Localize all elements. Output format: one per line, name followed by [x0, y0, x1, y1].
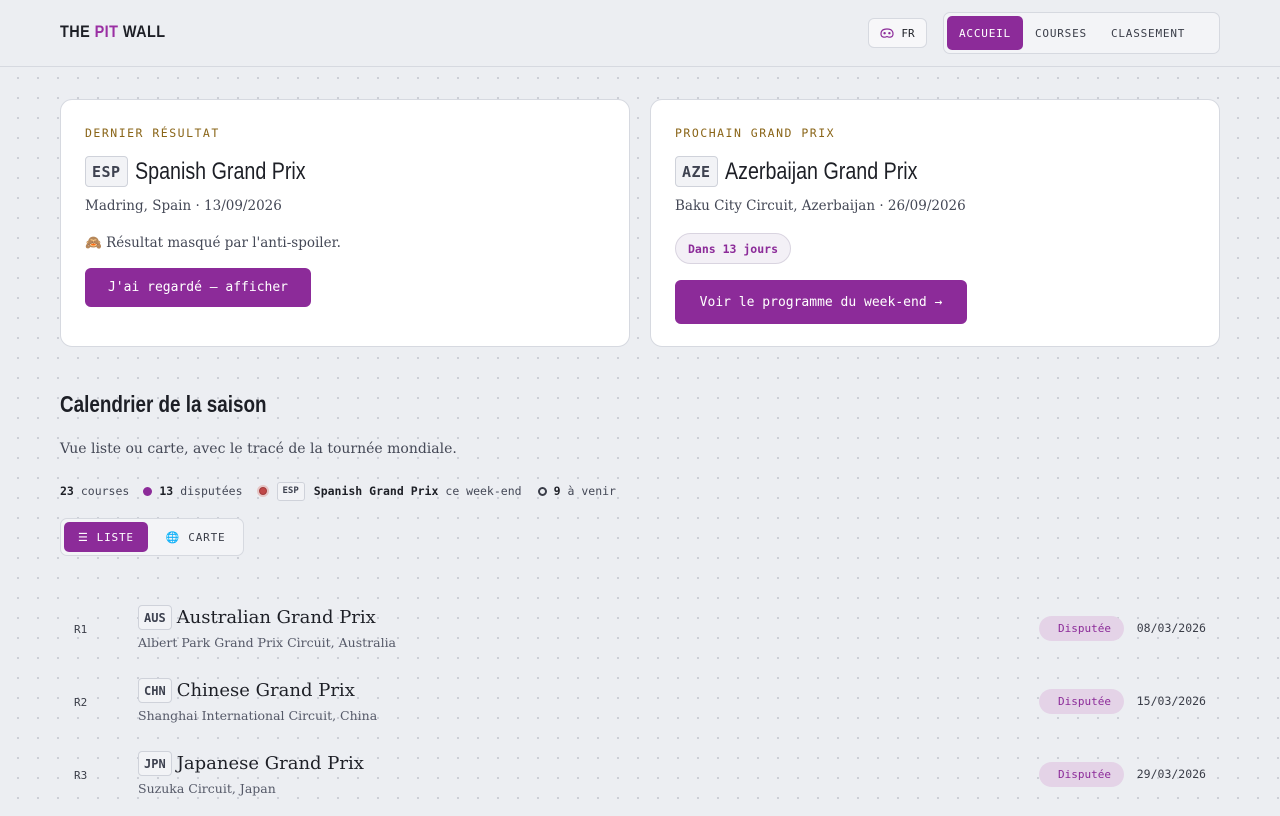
nav-item-classement[interactable]: CLASSEMENT [1099, 16, 1197, 50]
next-gp-card: PROCHAIN GRAND PRIX AZE Azerbaijan Grand… [650, 99, 1220, 347]
upcoming-races-count: 9 [553, 484, 561, 498]
countdown-badge: Dans 13 jours [675, 233, 792, 264]
race-circuit: Shanghai International Circuit, China [138, 708, 378, 723]
race-title: JPN Japanese Grand Prix [138, 751, 364, 776]
view-toggle: ☰ LISTE 🌐 CARTE [60, 518, 244, 556]
live-race-label: ce week-end [445, 484, 522, 498]
status-badge: Disputée [1039, 762, 1124, 787]
weekend-schedule-button[interactable]: Voir le programme du week-end → [675, 280, 967, 324]
season-calendar-subtitle: Vue liste ou carte, avec le tracé de la … [60, 441, 457, 457]
card-kicker: PROCHAIN GRAND PRIX [675, 126, 836, 140]
grand-prix-name: Spanish Grand Prix [134, 157, 306, 185]
live-country-code: ESP [276, 481, 305, 501]
race-name: Australian Grand Prix [176, 607, 376, 628]
season-stats: 23 courses 13 disputées ESP Spanish Gran… [60, 481, 616, 501]
spoiler-notice: 🙈 Résultat masqué par l'anti-spoiler. [85, 235, 341, 251]
status-badge: Disputée [1039, 689, 1124, 714]
app-header: THE PIT WALL FR ACCUEIL COURSES CLASSEME… [0, 0, 1280, 67]
race-date: 08/03/2026 [1136, 621, 1206, 635]
race-name: Japanese Grand Prix [176, 753, 364, 774]
race-title: AUS Australian Grand Prix [138, 605, 376, 630]
live-race-name: Spanish Grand Prix [313, 484, 439, 498]
list-view-button[interactable]: ☰ LISTE [64, 522, 148, 552]
status-badge: Disputée [1039, 616, 1124, 641]
race-meta: Madring, Spain · 13/09/2026 [85, 198, 282, 214]
card-title-row: ESP Spanish Grand Prix [85, 156, 343, 187]
list-view-label: LISTE [96, 530, 134, 544]
list-icon: ☰ [78, 530, 89, 544]
race-round: R3 [74, 769, 88, 782]
race-date: 29/03/2026 [1136, 767, 1206, 781]
country-code-badge: AUS [138, 605, 172, 630]
done-races-label: disputées [180, 484, 243, 498]
country-code-badge: JPN [138, 751, 172, 776]
race-name: Chinese Grand Prix [176, 680, 355, 701]
upcoming-dot-icon [537, 486, 547, 496]
race-round: R2 [74, 696, 88, 709]
season-calendar-title: Calendrier de la saison [60, 391, 267, 417]
globe-icon: 🌐 [165, 530, 181, 544]
race-circuit: Suzuka Circuit, Japan [138, 781, 276, 796]
race-date: 15/03/2026 [1136, 694, 1206, 708]
nav-item-courses[interactable]: COURSES [1023, 16, 1099, 50]
race-meta: Baku City Circuit, Azerbaijan · 26/09/20… [675, 198, 966, 214]
language-label: FR [901, 26, 915, 40]
site-logo[interactable]: THE PIT WALL [60, 22, 165, 42]
done-dot-icon [143, 486, 153, 496]
total-races-label: courses [80, 484, 130, 498]
race-row[interactable]: R3 JPN Japanese Grand Prix Suzuka Circui… [60, 746, 1220, 816]
spoiler-language-toggle[interactable]: FR [868, 18, 927, 48]
upcoming-races-label: à venir [567, 484, 616, 498]
map-view-label: CARTE [188, 530, 226, 544]
live-dot-icon [256, 485, 269, 497]
reveal-result-button[interactable]: J'ai regardé — afficher [85, 268, 311, 307]
total-races-count: 23 [60, 484, 74, 498]
main-nav: ACCUEIL COURSES CLASSEMENT [943, 12, 1220, 54]
card-title-row: AZE Azerbaijan Grand Prix [675, 156, 959, 187]
done-races-count: 13 [159, 484, 174, 498]
spoiler-mask-icon [880, 27, 894, 38]
race-circuit: Albert Park Grand Prix Circuit, Australi… [138, 635, 397, 650]
nav-item-accueil[interactable]: ACCUEIL [947, 16, 1023, 50]
race-round: R1 [74, 623, 88, 636]
race-row[interactable]: R1 AUS Australian Grand Prix Albert Park… [60, 600, 1220, 670]
race-title: CHN Chinese Grand Prix [138, 678, 355, 703]
card-kicker: DERNIER RÉSULTAT [85, 126, 220, 140]
country-code-badge: AZE [675, 156, 718, 187]
map-view-button[interactable]: 🌐 CARTE [152, 522, 240, 552]
last-result-card: DERNIER RÉSULTAT ESP Spanish Grand Prix … [60, 99, 630, 347]
race-row[interactable]: R2 CHN Chinese Grand Prix Shanghai Inter… [60, 673, 1220, 743]
country-code-badge: CHN [138, 678, 172, 703]
grand-prix-name: Azerbaijan Grand Prix [724, 157, 918, 185]
country-code-badge: ESP [85, 156, 128, 187]
